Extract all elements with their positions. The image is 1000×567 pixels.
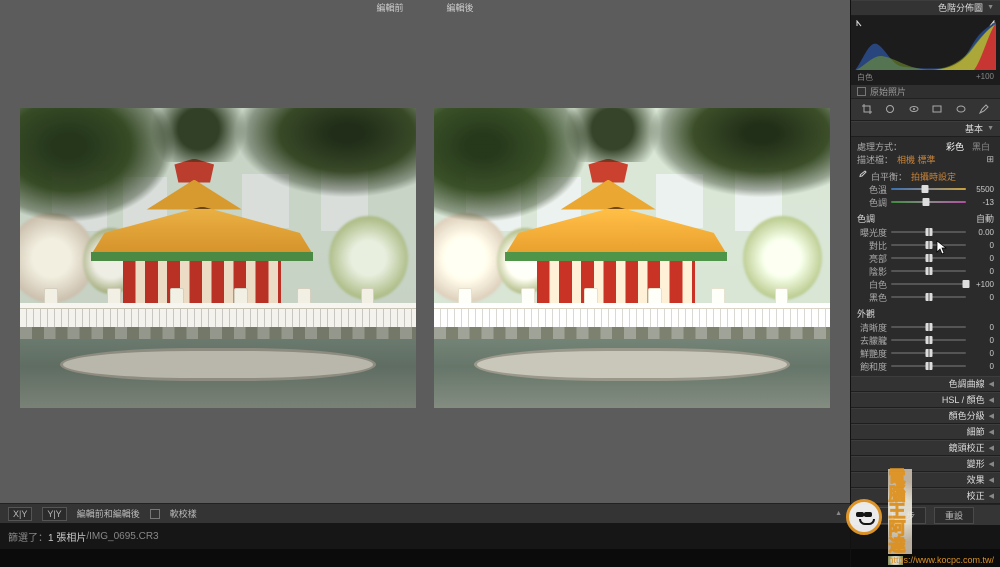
histogram-graph-icon [855,20,996,70]
gradient-tool-icon[interactable] [929,101,945,117]
photo-after-pane[interactable] [434,42,830,473]
highlights-slider[interactable] [891,257,966,259]
filmstrip-collapsed[interactable] [0,549,850,567]
secondary-toolbar: X|Y Y|Y 編輯前和編輯後 軟校樣 ▲ [0,503,850,523]
histogram-header[interactable]: 色階分佈圖▼ [851,0,1000,16]
radial-tool-icon[interactable] [953,101,969,117]
shadows-slider[interactable] [891,270,966,272]
compare-header: 編輯前 編輯後 [0,0,850,14]
clarity-slider[interactable] [891,339,966,341]
tint-slider[interactable] [891,201,966,203]
hsl-header[interactable]: HSL / 顏色◀ [851,392,1000,408]
histogram[interactable]: 白色 +100 [851,16,1000,85]
texture-slider[interactable] [891,326,966,328]
basic-panel: 處理方式： 彩色 黑白 描述檔： 相機 標準 ⊞ 白平衡： 拍攝時設定 色溫 5… [851,137,1000,376]
brush-tool-icon[interactable] [976,101,992,117]
status-filename: /IMG_0695.CR3 [86,531,158,542]
treatment-color[interactable]: 彩色 [942,140,968,153]
local-tools-strip [851,99,1000,121]
compare-yy-button[interactable]: Y|Y [42,507,66,521]
watermark-title: 電腦王阿達 [888,469,911,554]
status-bar: 篩選了： 1 張相片 /IMG_0695.CR3 [0,523,850,549]
saturation-slider[interactable] [891,365,966,367]
hist-readout-label: 白色 [857,72,873,83]
color-grading-header[interactable]: 顏色分級◀ [851,408,1000,424]
profile-dropdown[interactable]: 相機 標準 [897,153,936,166]
soft-proof-checkbox[interactable] [150,509,160,519]
compare-mode-label[interactable]: 編輯前和編輯後 [77,507,140,520]
main-area: 編輯前 編輯後 [0,0,850,567]
soft-proof-label: 軟校樣 [170,507,197,520]
photo-before [20,108,416,408]
presence-section-header: 外觀 [857,307,994,321]
treatment-bw[interactable]: 黑白 [968,140,994,153]
before-label: 編輯前 [375,1,405,14]
auto-tone-button[interactable]: 自動 [976,212,994,225]
basic-panel-header[interactable]: 基本▼ [851,121,1000,137]
original-photo-toggle[interactable]: 原始照片 [851,85,1000,99]
after-label: 編輯後 [445,1,475,14]
photo-after [434,108,830,408]
eyedropper-icon[interactable] [857,170,867,182]
temp-slider-row: 色溫 5500 [857,183,994,196]
treatment-row: 處理方式： 彩色 黑白 [857,140,994,153]
tint-value[interactable]: -13 [970,198,994,207]
temp-slider[interactable] [891,188,966,190]
checkbox-icon [857,87,866,96]
detail-header[interactable]: 細節◀ [851,424,1000,440]
photo-before-pane[interactable] [20,42,416,473]
tint-slider-row: 色調 -13 [857,196,994,209]
blacks-slider[interactable] [891,296,966,298]
vibrance-slider[interactable] [891,352,966,354]
watermark: 電腦王阿達 https://www.kocpc.com.tw/ [846,469,994,565]
profile-row[interactable]: 描述檔： 相機 標準 ⊞ [857,153,994,166]
redeye-tool-icon[interactable] [906,101,922,117]
tone-curve-header[interactable]: 色調曲線◀ [851,376,1000,392]
canvas-area[interactable] [0,14,850,503]
exposure-slider[interactable] [891,231,966,233]
status-prefix: 篩選了： [8,529,48,544]
watermark-url: https://www.kocpc.com.tw/ [888,556,903,565]
lens-header[interactable]: 鏡頭校正◀ [851,440,1000,456]
crop-tool-icon[interactable] [859,101,875,117]
wb-dropdown[interactable]: 拍攝時設定 [911,170,956,183]
wb-row: 白平衡： 拍攝時設定 [857,170,994,183]
toolbar-caret-icon[interactable]: ▲ [835,510,842,517]
tone-section-header: 色調 自動 [857,212,994,226]
spot-tool-icon[interactable] [882,101,898,117]
contrast-slider[interactable] [891,244,966,246]
profile-browser-icon[interactable]: ⊞ [986,154,994,165]
temp-value[interactable]: 5500 [970,185,994,194]
watermark-face-icon [846,499,882,535]
status-count: 1 張相片 [48,529,86,544]
whites-slider[interactable] [891,283,966,285]
hist-readout-value: +100 [976,72,994,83]
compare-xy-button[interactable]: X|Y [8,507,32,521]
